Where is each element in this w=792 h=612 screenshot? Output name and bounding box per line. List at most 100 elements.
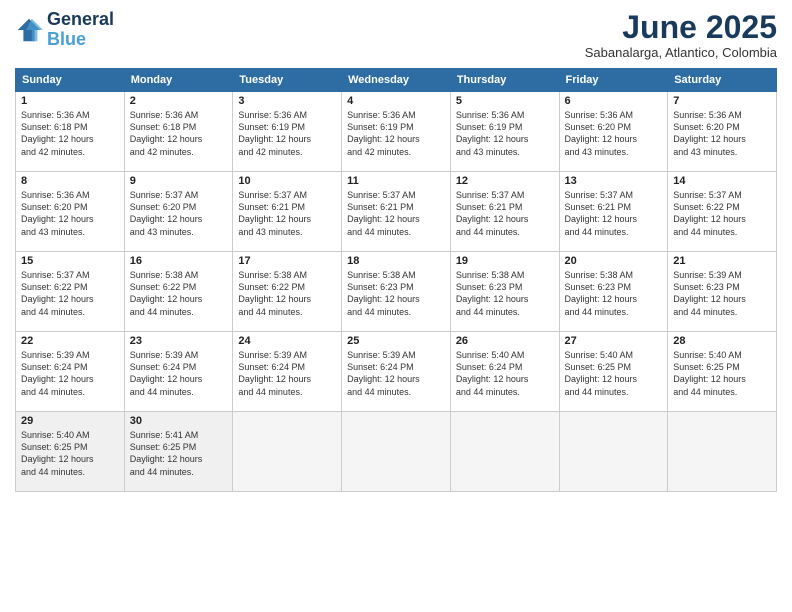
day-info: Sunrise: 5:41 AM Sunset: 6:25 PM Dayligh… bbox=[130, 429, 228, 478]
day-info: Sunrise: 5:36 AM Sunset: 6:19 PM Dayligh… bbox=[238, 109, 336, 158]
calendar-cell: 23 Sunrise: 5:39 AM Sunset: 6:24 PM Dayli… bbox=[124, 332, 233, 412]
day-info: Sunrise: 5:37 AM Sunset: 6:21 PM Dayligh… bbox=[565, 189, 663, 238]
calendar-cell: 12 Sunrise: 5:37 AM Sunset: 6:21 PM Dayli… bbox=[450, 172, 559, 252]
week-row-5: 29Sunrise: 5:40 AM Sunset: 6:25 PM Dayli… bbox=[16, 412, 777, 492]
day-number: 6 bbox=[565, 95, 663, 107]
calendar-cell: 1 Sunrise: 5:36 AM Sunset: 6:18 PM Daylig… bbox=[16, 92, 125, 172]
day-number: 17 bbox=[238, 255, 336, 267]
day-info: Sunrise: 5:38 AM Sunset: 6:23 PM Dayligh… bbox=[565, 269, 663, 318]
calendar-cell: 2 Sunrise: 5:36 AM Sunset: 6:18 PM Daylig… bbox=[124, 92, 233, 172]
day-info: Sunrise: 5:36 AM Sunset: 6:19 PM Dayligh… bbox=[456, 109, 554, 158]
week-row-1: 1 Sunrise: 5:36 AM Sunset: 6:18 PM Daylig… bbox=[16, 92, 777, 172]
header: General Blue June 2025 Sabanalarga, Atla… bbox=[15, 10, 777, 60]
day-info: Sunrise: 5:40 AM Sunset: 6:25 PM Dayligh… bbox=[565, 349, 663, 398]
calendar-body: 1 Sunrise: 5:36 AM Sunset: 6:18 PM Daylig… bbox=[16, 92, 777, 492]
month-title: June 2025 bbox=[585, 10, 777, 45]
day-info: Sunrise: 5:36 AM Sunset: 6:20 PM Dayligh… bbox=[21, 189, 119, 238]
subtitle: Sabanalarga, Atlantico, Colombia bbox=[585, 45, 777, 60]
day-info: Sunrise: 5:36 AM Sunset: 6:18 PM Dayligh… bbox=[130, 109, 228, 158]
calendar-cell: 10 Sunrise: 5:37 AM Sunset: 6:21 PM Dayli… bbox=[233, 172, 342, 252]
day-info: Sunrise: 5:39 AM Sunset: 6:24 PM Dayligh… bbox=[21, 349, 119, 398]
calendar-cell: 25Sunrise: 5:39 AM Sunset: 6:24 PM Dayli… bbox=[342, 332, 451, 412]
calendar-cell: 11 Sunrise: 5:37 AM Sunset: 6:21 PM Dayli… bbox=[342, 172, 451, 252]
day-info: Sunrise: 5:37 AM Sunset: 6:21 PM Dayligh… bbox=[238, 189, 336, 238]
calendar-cell: 7Sunrise: 5:36 AM Sunset: 6:20 PM Daylig… bbox=[668, 92, 777, 172]
day-number: 2 bbox=[130, 95, 228, 107]
weekday-header-sunday: Sunday bbox=[16, 69, 125, 92]
calendar-cell: 26 Sunrise: 5:40 AM Sunset: 6:24 PM Dayli… bbox=[450, 332, 559, 412]
day-number: 24 bbox=[238, 335, 336, 347]
weekday-header-tuesday: Tuesday bbox=[233, 69, 342, 92]
day-number: 23 bbox=[130, 335, 228, 347]
calendar-cell: 8 Sunrise: 5:36 AM Sunset: 6:20 PM Daylig… bbox=[16, 172, 125, 252]
day-info: Sunrise: 5:37 AM Sunset: 6:20 PM Dayligh… bbox=[130, 189, 228, 238]
calendar-cell: 6Sunrise: 5:36 AM Sunset: 6:20 PM Daylig… bbox=[559, 92, 668, 172]
day-number: 16 bbox=[130, 255, 228, 267]
calendar-cell: 16 Sunrise: 5:38 AM Sunset: 6:22 PM Dayli… bbox=[124, 252, 233, 332]
day-number: 15 bbox=[21, 255, 119, 267]
calendar-cell: 24 Sunrise: 5:39 AM Sunset: 6:24 PM Dayli… bbox=[233, 332, 342, 412]
day-number: 26 bbox=[456, 335, 554, 347]
day-number: 14 bbox=[673, 175, 771, 187]
calendar-cell: 5 Sunrise: 5:36 AM Sunset: 6:19 PM Daylig… bbox=[450, 92, 559, 172]
day-number: 18 bbox=[347, 255, 445, 267]
day-info: Sunrise: 5:36 AM Sunset: 6:18 PM Dayligh… bbox=[21, 109, 119, 158]
week-row-2: 8 Sunrise: 5:36 AM Sunset: 6:20 PM Daylig… bbox=[16, 172, 777, 252]
logo: General Blue bbox=[15, 10, 114, 50]
calendar-cell: 28 Sunrise: 5:40 AM Sunset: 6:25 PM Dayli… bbox=[668, 332, 777, 412]
day-number: 3 bbox=[238, 95, 336, 107]
day-number: 27 bbox=[565, 335, 663, 347]
day-number: 22 bbox=[21, 335, 119, 347]
calendar-cell: 20 Sunrise: 5:38 AM Sunset: 6:23 PM Dayli… bbox=[559, 252, 668, 332]
calendar-cell bbox=[450, 412, 559, 492]
day-info: Sunrise: 5:40 AM Sunset: 6:25 PM Dayligh… bbox=[673, 349, 771, 398]
day-info: Sunrise: 5:40 AM Sunset: 6:24 PM Dayligh… bbox=[456, 349, 554, 398]
day-number: 21 bbox=[673, 255, 771, 267]
week-row-4: 22 Sunrise: 5:39 AM Sunset: 6:24 PM Dayli… bbox=[16, 332, 777, 412]
day-info: Sunrise: 5:37 AM Sunset: 6:22 PM Dayligh… bbox=[21, 269, 119, 318]
calendar-cell: 17 Sunrise: 5:38 AM Sunset: 6:22 PM Dayli… bbox=[233, 252, 342, 332]
day-number: 19 bbox=[456, 255, 554, 267]
day-number: 10 bbox=[238, 175, 336, 187]
calendar-cell: 15 Sunrise: 5:37 AM Sunset: 6:22 PM Dayli… bbox=[16, 252, 125, 332]
calendar-cell bbox=[342, 412, 451, 492]
day-number: 13 bbox=[565, 175, 663, 187]
day-number: 11 bbox=[347, 175, 445, 187]
day-number: 20 bbox=[565, 255, 663, 267]
calendar-cell: 3 Sunrise: 5:36 AM Sunset: 6:19 PM Daylig… bbox=[233, 92, 342, 172]
day-info: Sunrise: 5:37 AM Sunset: 6:21 PM Dayligh… bbox=[347, 189, 445, 238]
day-info: Sunrise: 5:40 AM Sunset: 6:25 PM Dayligh… bbox=[21, 429, 119, 478]
day-info: Sunrise: 5:36 AM Sunset: 6:19 PM Dayligh… bbox=[347, 109, 445, 158]
day-info: Sunrise: 5:39 AM Sunset: 6:24 PM Dayligh… bbox=[238, 349, 336, 398]
day-info: Sunrise: 5:38 AM Sunset: 6:23 PM Dayligh… bbox=[456, 269, 554, 318]
weekday-header-saturday: Saturday bbox=[668, 69, 777, 92]
day-number: 28 bbox=[673, 335, 771, 347]
logo-icon bbox=[15, 16, 43, 44]
day-number: 8 bbox=[21, 175, 119, 187]
calendar-cell bbox=[559, 412, 668, 492]
calendar-cell: 29Sunrise: 5:40 AM Sunset: 6:25 PM Dayli… bbox=[16, 412, 125, 492]
weekday-header-thursday: Thursday bbox=[450, 69, 559, 92]
calendar-cell: 13 Sunrise: 5:37 AM Sunset: 6:21 PM Dayli… bbox=[559, 172, 668, 252]
day-info: Sunrise: 5:38 AM Sunset: 6:22 PM Dayligh… bbox=[238, 269, 336, 318]
day-number: 1 bbox=[21, 95, 119, 107]
day-number: 12 bbox=[456, 175, 554, 187]
day-info: Sunrise: 5:37 AM Sunset: 6:21 PM Dayligh… bbox=[456, 189, 554, 238]
page: General Blue June 2025 Sabanalarga, Atla… bbox=[0, 0, 792, 612]
calendar-cell: 30 Sunrise: 5:41 AM Sunset: 6:25 PM Dayli… bbox=[124, 412, 233, 492]
calendar-cell: 14Sunrise: 5:37 AM Sunset: 6:22 PM Dayli… bbox=[668, 172, 777, 252]
day-info: Sunrise: 5:38 AM Sunset: 6:22 PM Dayligh… bbox=[130, 269, 228, 318]
calendar-cell: 4 Sunrise: 5:36 AM Sunset: 6:19 PM Daylig… bbox=[342, 92, 451, 172]
calendar-cell: 21Sunrise: 5:39 AM Sunset: 6:23 PM Dayli… bbox=[668, 252, 777, 332]
weekday-header-monday: Monday bbox=[124, 69, 233, 92]
calendar: SundayMondayTuesdayWednesdayThursdayFrid… bbox=[15, 68, 777, 492]
day-info: Sunrise: 5:38 AM Sunset: 6:23 PM Dayligh… bbox=[347, 269, 445, 318]
day-number: 5 bbox=[456, 95, 554, 107]
day-number: 4 bbox=[347, 95, 445, 107]
day-info: Sunrise: 5:39 AM Sunset: 6:24 PM Dayligh… bbox=[130, 349, 228, 398]
day-number: 30 bbox=[130, 415, 228, 427]
day-number: 9 bbox=[130, 175, 228, 187]
day-number: 7 bbox=[673, 95, 771, 107]
weekday-header-wednesday: Wednesday bbox=[342, 69, 451, 92]
calendar-cell bbox=[668, 412, 777, 492]
